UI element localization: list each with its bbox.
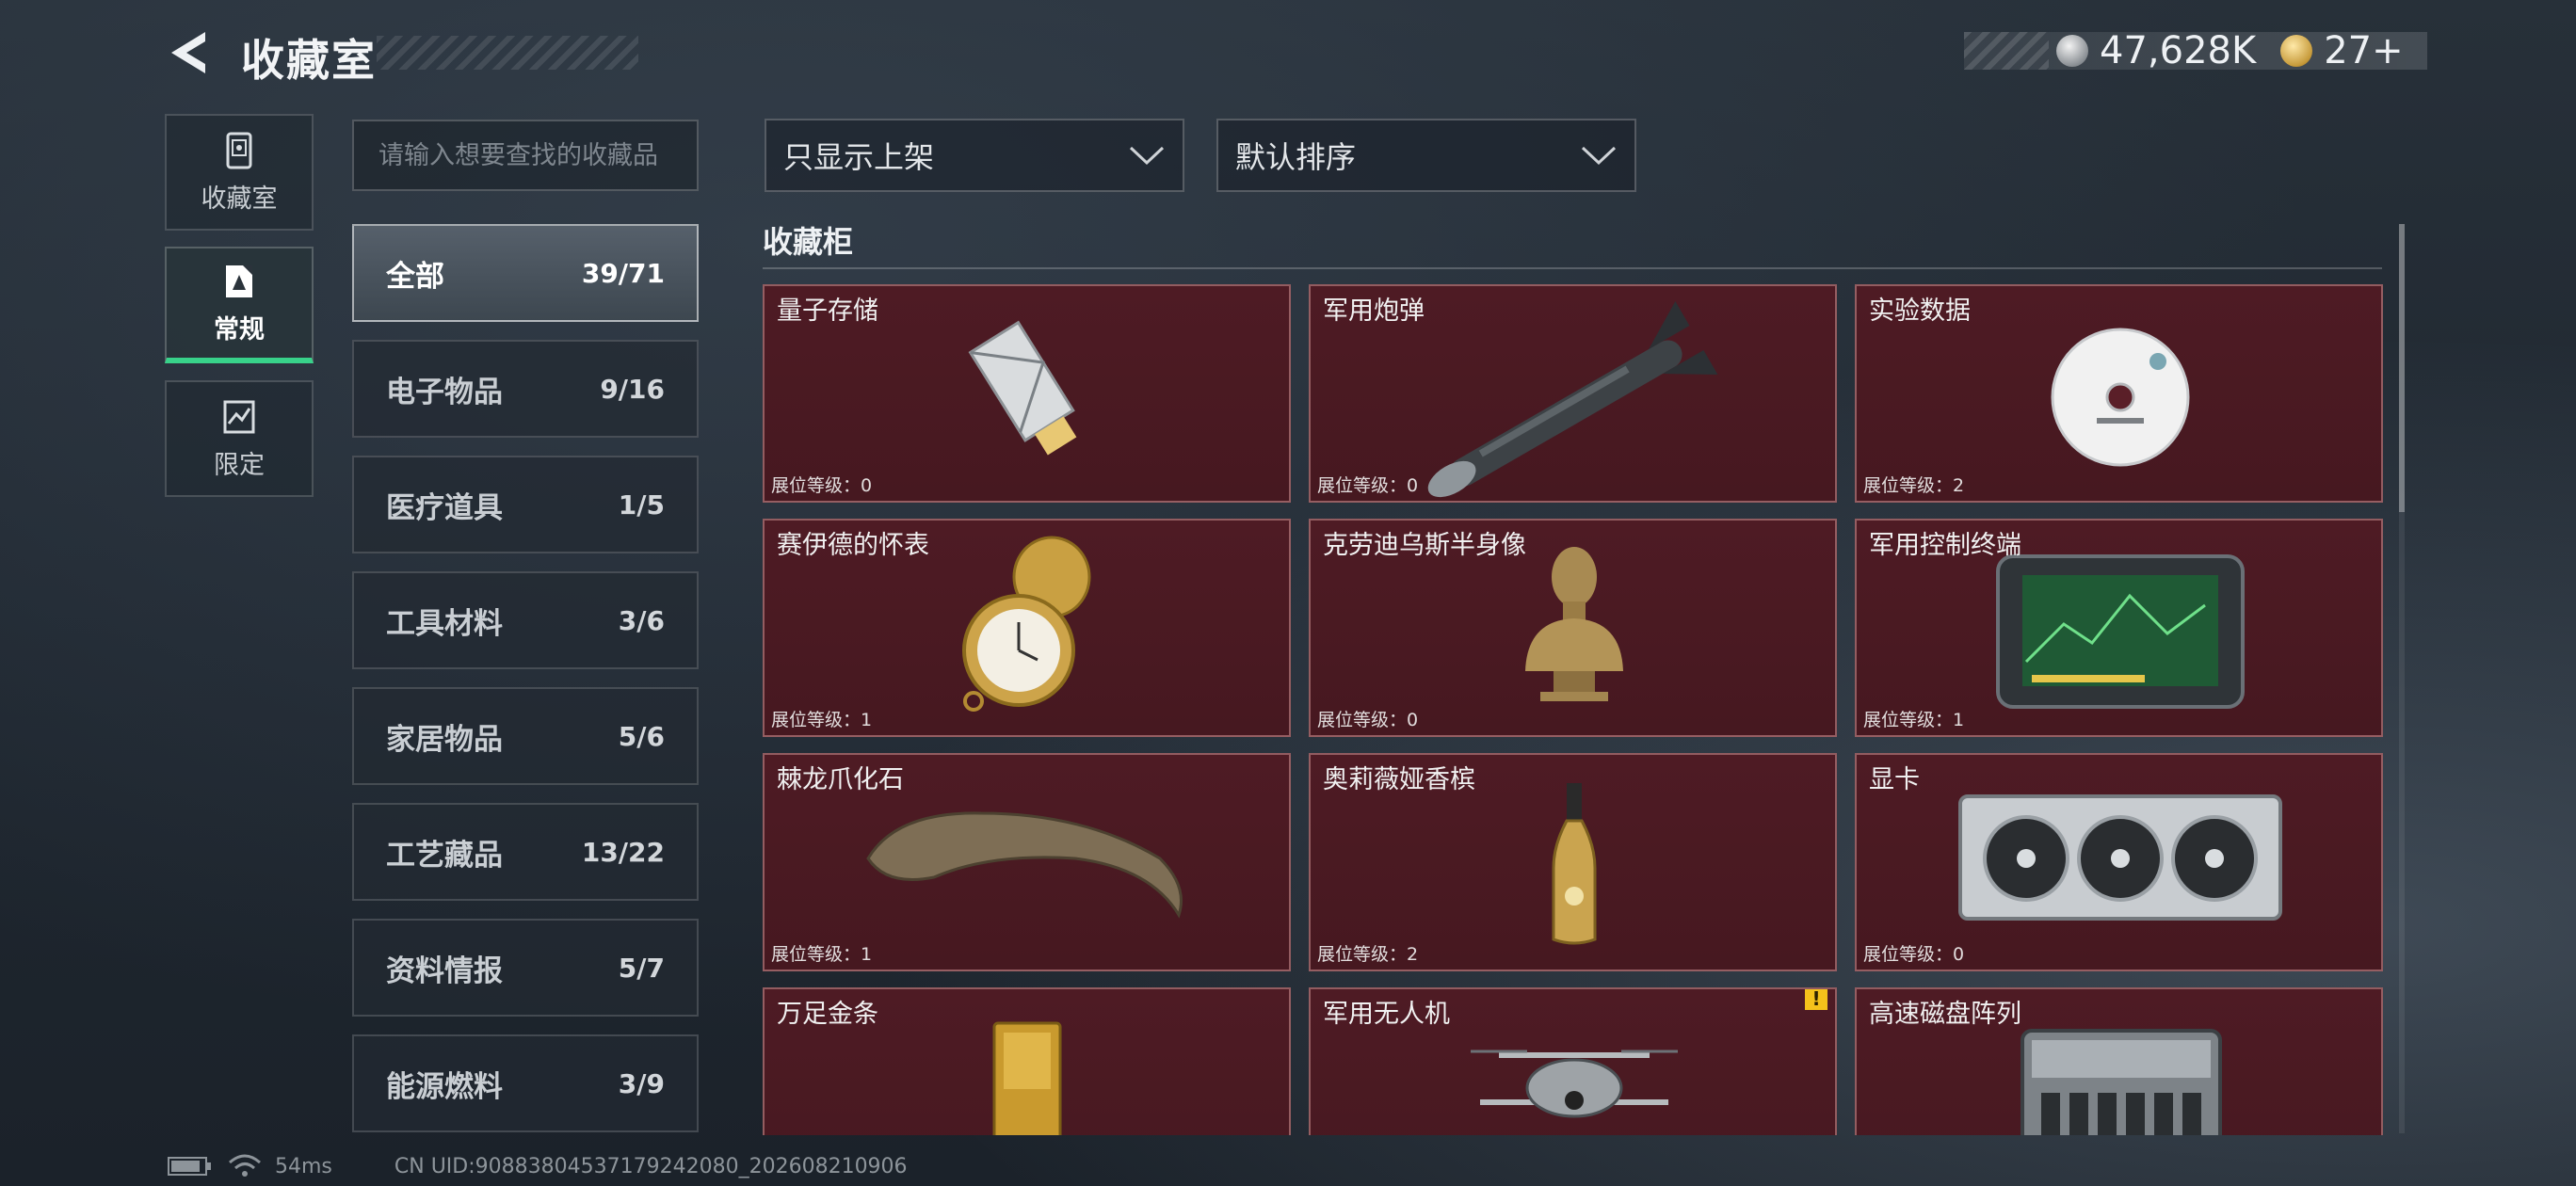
- item-level: 展位等级：0: [1863, 944, 1965, 965]
- item-level: 展位等级：1: [771, 944, 873, 965]
- item-name: 实验数据: [1869, 296, 1971, 326]
- category-count: 3/6: [618, 604, 665, 636]
- category-tools[interactable]: 工具材料 3/6: [352, 571, 699, 669]
- chevron-down-icon: [1129, 146, 1165, 166]
- item-level: 展位等级：2: [1863, 475, 1965, 496]
- ping-value: 54ms: [275, 1154, 332, 1178]
- item-name: 军用控制终端: [1869, 531, 2021, 560]
- item-name: 棘龙爪化石: [777, 765, 904, 794]
- regular-icon: [226, 264, 252, 297]
- category-count: 1/5: [618, 489, 665, 521]
- item-name: 军用炮弹: [1323, 296, 1425, 326]
- scrollbar-thumb[interactable]: [2399, 224, 2405, 512]
- page-title: 收藏室: [241, 35, 377, 86]
- category-medical[interactable]: 医疗道具 1/5: [352, 456, 699, 553]
- category-electronics[interactable]: 电子物品 9/16: [352, 340, 699, 438]
- item-card[interactable]: 实验数据 展位等级：2: [1855, 284, 2383, 503]
- item-card[interactable]: 量子存储 展位等级：0: [763, 284, 1291, 503]
- category-crafts[interactable]: 工艺藏品 13/22: [352, 803, 699, 901]
- sidebar-item-label: 收藏室: [201, 184, 278, 214]
- category-count: 39/71: [581, 257, 665, 289]
- sidebar-item-limited[interactable]: 限定: [165, 380, 314, 497]
- item-level: 展位等级：1: [771, 710, 873, 730]
- item-card[interactable]: 军用炮弹 展位等级：0: [1309, 284, 1837, 503]
- item-level: 展位等级：2: [1317, 944, 1419, 965]
- graphics-card-icon: [1958, 794, 2282, 921]
- wifi-icon: [229, 1154, 261, 1177]
- back-arrow-icon: [171, 32, 205, 73]
- collection-room-icon: [226, 132, 252, 168]
- sidebar-item-label: 常规: [214, 314, 265, 345]
- currency-decoration: [1964, 32, 2049, 70]
- item-card[interactable]: 高速磁盘阵列: [1855, 987, 2383, 1135]
- sidebar-item-collection-room[interactable]: 收藏室: [165, 114, 314, 231]
- listing-filter-dropdown[interactable]: 只显示上架: [765, 119, 1184, 192]
- item-name: 军用无人机: [1323, 1000, 1450, 1029]
- item-name: 奥莉薇娅香槟: [1323, 765, 1475, 794]
- search-input[interactable]: [352, 120, 699, 191]
- section-divider: [763, 267, 2382, 269]
- sidebar-item-regular[interactable]: 常规: [165, 247, 314, 363]
- category-name: 家居物品: [386, 722, 503, 757]
- battery-icon: [168, 1157, 211, 1176]
- item-level: 展位等级：1: [1863, 710, 1965, 730]
- category-name: 能源燃料: [386, 1069, 503, 1104]
- category-count: 5/6: [618, 720, 665, 752]
- sidebar-item-label: 限定: [214, 450, 265, 480]
- item-level: 展位等级：0: [1317, 475, 1419, 496]
- category-intel[interactable]: 资料情报 5/7: [352, 919, 699, 1017]
- item-card[interactable]: 克劳迪乌斯半身像 展位等级：0: [1309, 519, 1837, 737]
- item-level: 展位等级：0: [1317, 710, 1419, 730]
- item-card[interactable]: 显卡 展位等级：0: [1855, 753, 2383, 971]
- category-name: 电子物品: [386, 375, 503, 409]
- item-level: 展位等级：0: [771, 475, 873, 496]
- limited-icon: [223, 400, 255, 433]
- item-card[interactable]: 军用控制终端 展位等级：1: [1855, 519, 2383, 737]
- sort-value: 默认排序: [1235, 139, 1357, 175]
- item-name: 显卡: [1869, 765, 1920, 794]
- item-card[interactable]: 棘龙爪化石 展位等级：1: [763, 753, 1291, 971]
- category-count: 9/16: [600, 373, 665, 405]
- item-name: 高速磁盘阵列: [1869, 1000, 2021, 1029]
- section-title: 收藏柜: [763, 224, 854, 260]
- category-count: 5/7: [618, 952, 665, 984]
- category-name: 全部: [386, 259, 444, 294]
- status-footer: 54ms CN UID:908838045371792420​80_202608…: [168, 1152, 908, 1180]
- category-name: 工艺藏品: [386, 838, 503, 873]
- gold-coin-icon: [2280, 35, 2313, 67]
- silver-coin-icon: [2056, 35, 2088, 67]
- category-count: 3/9: [618, 1067, 665, 1099]
- category-count: 13/22: [581, 836, 665, 868]
- listing-filter-value: 只显示上架: [783, 139, 935, 175]
- item-card[interactable]: 赛伊德的怀表 展位等级：1: [763, 519, 1291, 737]
- item-card[interactable]: 军用无人机 !: [1309, 987, 1837, 1135]
- silver-coin-amount: 47,628K: [2100, 29, 2257, 72]
- warning-icon: !: [1805, 989, 1827, 1010]
- sort-dropdown[interactable]: 默认排序: [1216, 119, 1636, 192]
- title-decoration: [377, 36, 638, 70]
- item-card[interactable]: 奥莉薇娅香槟 展位等级：2: [1309, 753, 1837, 971]
- item-name: 赛伊德的怀表: [777, 531, 929, 560]
- back-button[interactable]: [168, 28, 213, 77]
- category-name: 工具材料: [386, 606, 503, 641]
- item-name: 克劳迪乌斯半身像: [1323, 531, 1526, 560]
- category-household[interactable]: 家居物品 5/6: [352, 687, 699, 785]
- item-name: 万足金条: [777, 1000, 878, 1029]
- currency-bar: 47,628K 27+: [1964, 29, 2427, 72]
- category-all[interactable]: 全部 39/71: [352, 224, 699, 322]
- collection-grid: 量子存储 展位等级：0 军用炮弹 展位等级：0 实验数据 展位等级：2 赛伊德的…: [763, 284, 2386, 1135]
- gold-coin-amount: 27+: [2324, 29, 2404, 72]
- item-card[interactable]: 万足金条: [763, 987, 1291, 1135]
- item-name: 量子存储: [777, 296, 878, 326]
- chevron-down-icon: [1581, 146, 1617, 166]
- category-name: 医疗道具: [386, 490, 503, 525]
- player-uid: CN UID:908838045371792420​80_20260821090…: [394, 1154, 908, 1178]
- category-name: 资料情报: [386, 954, 503, 988]
- category-energy[interactable]: 能源燃料 3/9: [352, 1034, 699, 1132]
